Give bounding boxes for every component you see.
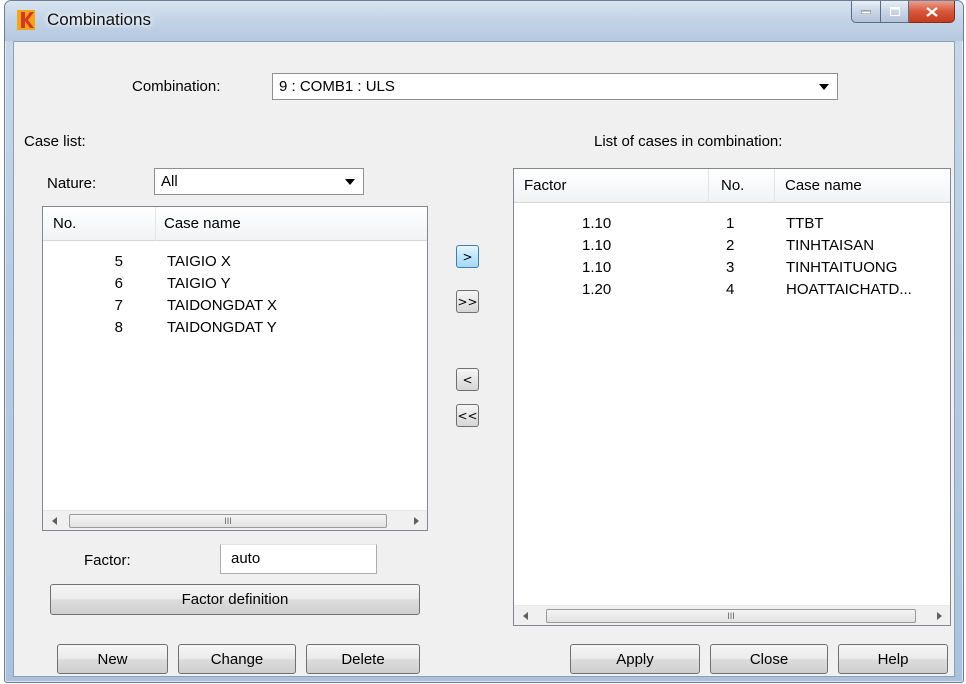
scroll-grip: III bbox=[727, 611, 735, 621]
remove-case-button[interactable]: < bbox=[456, 368, 479, 391]
case-factor: 1.10 bbox=[582, 237, 612, 254]
chevron-down-icon bbox=[345, 178, 355, 185]
dialog-body: Combination: 9 : COMB1 : ULS Case list: … bbox=[13, 41, 955, 677]
robot-app-icon bbox=[17, 10, 35, 30]
minimize-button[interactable] bbox=[851, 1, 881, 23]
apply-button[interactable]: Apply bbox=[570, 644, 700, 674]
scroll-left-button[interactable] bbox=[45, 511, 63, 530]
case-list-label: Case list: bbox=[24, 133, 86, 150]
delete-button[interactable]: Delete bbox=[306, 644, 420, 674]
case-name: TINHTAITUONG bbox=[786, 259, 898, 276]
combination-select-value: 9 : COMB1 : ULS bbox=[279, 78, 395, 95]
case-name: TINHTAISAN bbox=[786, 237, 875, 254]
add-case-button[interactable]: > bbox=[456, 245, 479, 268]
factor-input[interactable]: auto bbox=[220, 544, 377, 574]
list-item[interactable]: 6 TAIGIO Y bbox=[43, 273, 427, 295]
table-row[interactable]: 1.20 4 HOATTAICHATD... bbox=[514, 279, 950, 301]
new-button[interactable]: New bbox=[57, 644, 168, 674]
case-name: TAIDONGDAT X bbox=[167, 297, 278, 314]
title-bar[interactable]: Combinations bbox=[5, 1, 963, 41]
scroll-left-icon bbox=[51, 517, 57, 525]
scroll-left-button[interactable] bbox=[516, 606, 534, 625]
case-no: 7 bbox=[114, 297, 123, 314]
table-row[interactable]: 1.10 3 TINHTAITUONG bbox=[514, 257, 950, 279]
factor-definition-button[interactable]: Factor definition bbox=[50, 584, 420, 615]
case-name: TAIGIO Y bbox=[167, 275, 231, 292]
table-row[interactable]: 1.10 1 TTBT bbox=[514, 213, 950, 235]
case-no: 3 bbox=[726, 259, 735, 276]
close-icon bbox=[925, 6, 938, 17]
horizontal-scrollbar[interactable]: III bbox=[43, 510, 427, 530]
case-name: TAIDONGDAT Y bbox=[167, 319, 277, 336]
scroll-thumb[interactable]: III bbox=[546, 609, 916, 623]
nature-select[interactable]: All bbox=[154, 168, 364, 195]
combination-cases-header: Factor No. Case name bbox=[514, 169, 950, 203]
table-row[interactable]: 1.10 2 TINHTAISAN bbox=[514, 235, 950, 257]
case-name: HOATTAICHATD... bbox=[786, 281, 912, 298]
scroll-left-icon bbox=[522, 612, 528, 620]
case-factor: 1.10 bbox=[582, 259, 612, 276]
combination-cases-list[interactable]: Factor No. Case name 1.10 1 TTBT 1.10 2 … bbox=[513, 168, 951, 626]
maximize-icon bbox=[889, 7, 900, 16]
scroll-right-icon bbox=[413, 517, 419, 525]
caption-buttons bbox=[851, 1, 955, 23]
combination-select[interactable]: 9 : COMB1 : ULS bbox=[272, 73, 838, 100]
case-list-header: No. Case name bbox=[43, 207, 427, 241]
close-window-button[interactable] bbox=[909, 1, 955, 23]
column-header-factor[interactable]: Factor bbox=[514, 169, 709, 203]
horizontal-scrollbar[interactable]: III bbox=[514, 605, 950, 625]
help-button[interactable]: Help bbox=[838, 644, 948, 674]
column-header-no[interactable]: No. bbox=[709, 169, 775, 203]
case-no: 4 bbox=[726, 281, 735, 298]
case-no: 5 bbox=[114, 253, 123, 270]
combination-label: Combination: bbox=[132, 78, 221, 95]
chevron-down-icon bbox=[819, 83, 829, 90]
case-factor: 1.10 bbox=[582, 215, 612, 232]
scroll-grip: III bbox=[224, 516, 232, 526]
scroll-right-button[interactable] bbox=[407, 511, 425, 530]
list-item[interactable]: 8 TAIDONGDAT Y bbox=[43, 317, 427, 339]
scroll-thumb[interactable]: III bbox=[69, 514, 387, 528]
case-no: 1 bbox=[726, 215, 735, 232]
nature-select-value: All bbox=[161, 173, 178, 190]
nature-label: Nature: bbox=[47, 175, 97, 192]
combinations-window: Combinations Combination: 9 : COMB1 : UL… bbox=[4, 0, 964, 683]
combination-cases-label: List of cases in combination: bbox=[594, 133, 783, 150]
list-item[interactable]: 5 TAIGIO X bbox=[43, 251, 427, 273]
change-button[interactable]: Change bbox=[178, 644, 296, 674]
case-no: 8 bbox=[114, 319, 123, 336]
list-item[interactable]: 7 TAIDONGDAT X bbox=[43, 295, 427, 317]
add-all-cases-button[interactable]: >> bbox=[456, 290, 479, 313]
close-button[interactable]: Close bbox=[710, 644, 828, 674]
scroll-right-button[interactable] bbox=[930, 606, 948, 625]
case-no: 2 bbox=[726, 237, 735, 254]
column-header-case-name[interactable]: Case name bbox=[156, 207, 427, 241]
scroll-right-icon bbox=[936, 612, 942, 620]
case-factor: 1.20 bbox=[582, 281, 612, 298]
minimize-icon bbox=[861, 10, 871, 14]
case-name: TTBT bbox=[786, 215, 824, 232]
remove-all-cases-button[interactable]: << bbox=[456, 404, 479, 427]
case-no: 6 bbox=[114, 275, 123, 292]
factor-label: Factor: bbox=[84, 552, 131, 569]
column-header-case-name[interactable]: Case name bbox=[775, 169, 950, 203]
window-title: Combinations bbox=[47, 10, 151, 29]
column-header-no[interactable]: No. bbox=[43, 207, 156, 241]
maximize-button[interactable] bbox=[881, 1, 909, 23]
case-list[interactable]: No. Case name 5 TAIGIO X 6 TAIGIO Y 7 TA… bbox=[42, 206, 428, 531]
case-name: TAIGIO X bbox=[167, 253, 231, 270]
